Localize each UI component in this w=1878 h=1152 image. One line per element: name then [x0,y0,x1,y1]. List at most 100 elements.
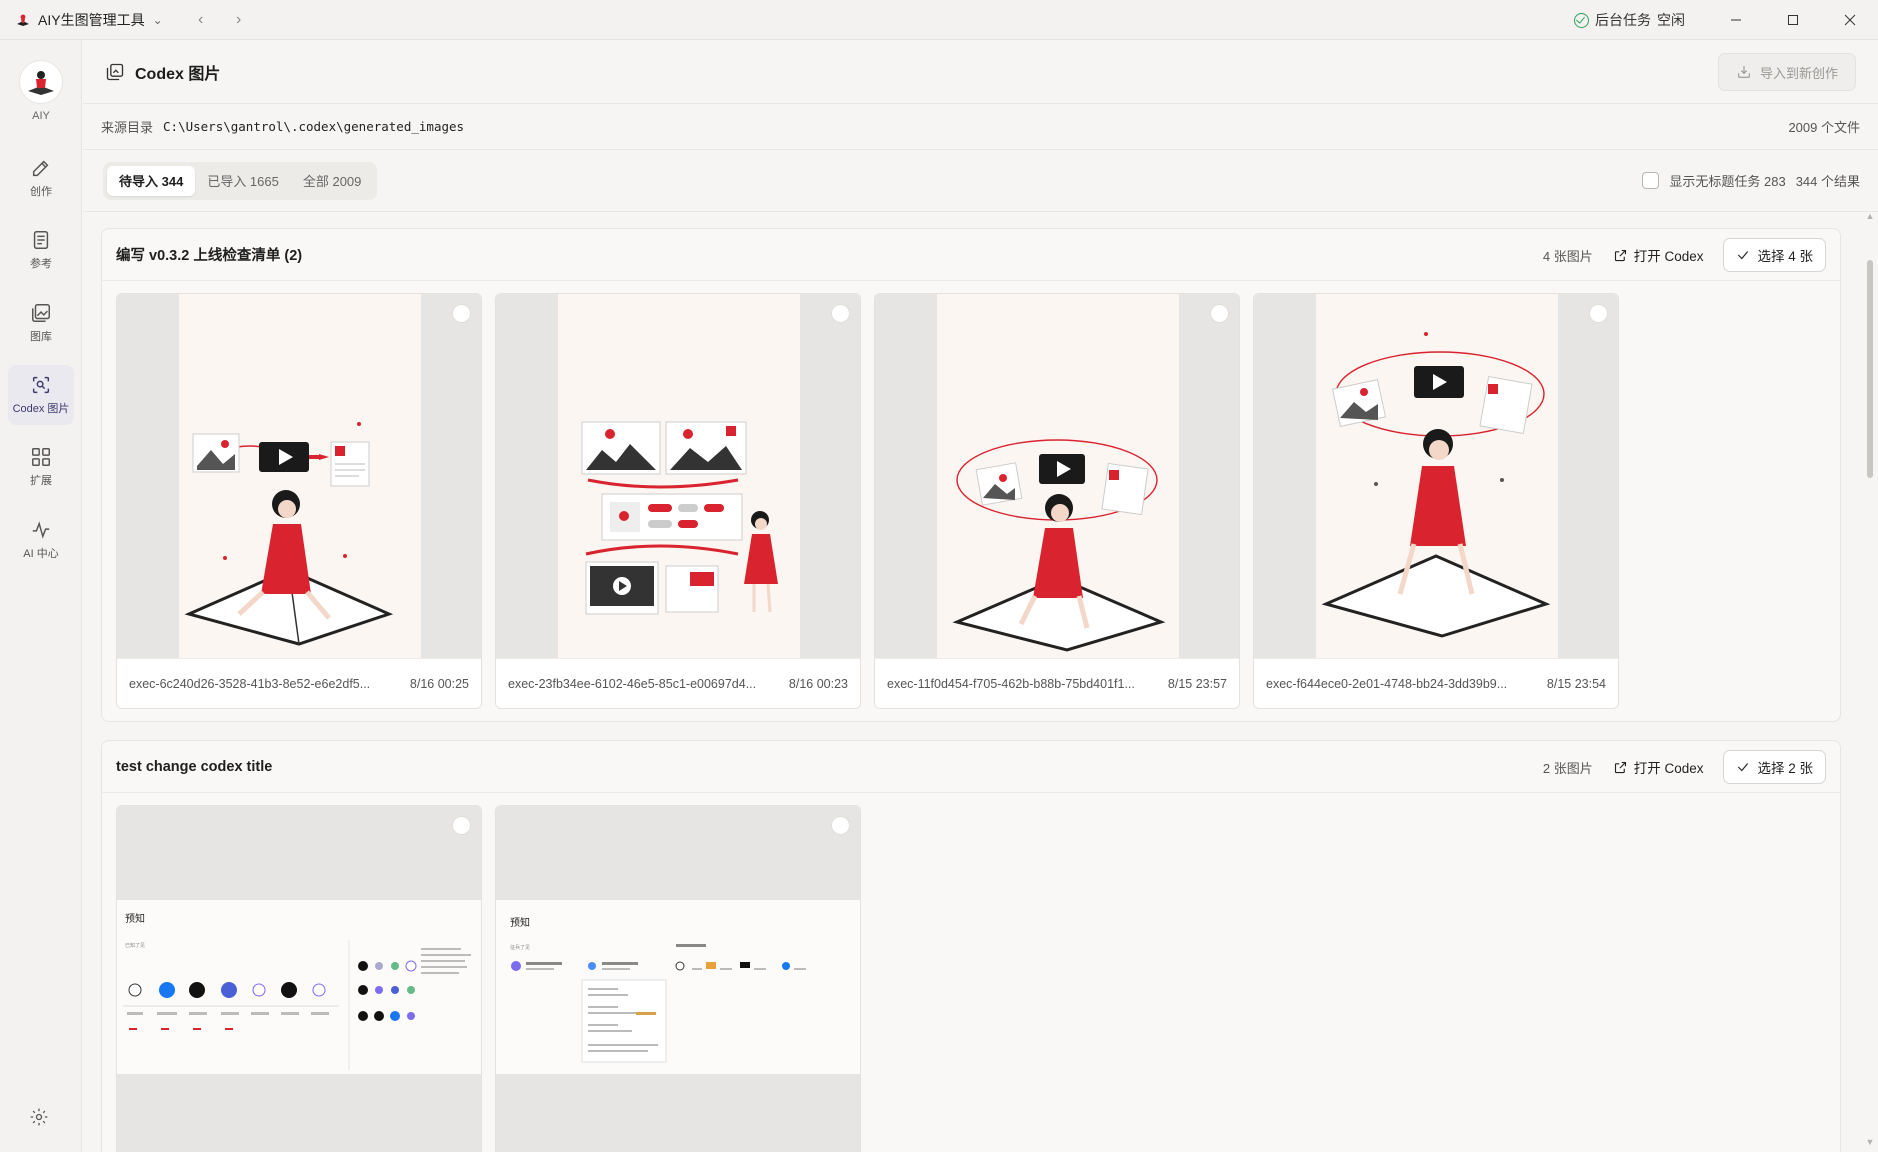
edit-icon [32,160,49,177]
source-path: C:\Users\gantrol\.codex\generated_images [163,119,465,134]
image-thumbnail[interactable] [496,294,860,658]
group-title: 编写 v0.3.2 上线检查清单 (2) [116,248,303,264]
select-checkbox[interactable] [452,304,471,323]
result-count: 344 个结果 [1795,174,1860,189]
sidebar-item-reference[interactable]: 参考 [8,220,74,280]
image-filename: exec-23fb34ee-6102-46e5-85c1-e00697d4... [508,676,757,691]
image-filename: exec-6c240d26-3528-41b3-8e52-e6e2df5... [129,676,371,691]
select-checkbox[interactable] [831,304,850,323]
image-meta: exec-f644ece0-2e01-4748-bb24-3dd39b9... … [1254,658,1618,708]
show-untitled-label: 显示无标题任务 283 [1669,174,1786,189]
image-thumbnail[interactable] [1254,294,1618,658]
open-codex-button[interactable]: 打开 Codex [1607,750,1710,784]
sidebar-item-create[interactable]: 创作 [8,148,74,208]
sidebar-item-extensions[interactable]: 扩展 [8,437,74,497]
group-image-count: 2 张图片 [1542,760,1593,776]
image-meta: exec-11f0d454-f705-462b-b88b-75bd401f1..… [875,658,1239,708]
show-untitled-checkbox[interactable] [1642,172,1660,189]
image-filename: exec-11f0d454-f705-462b-b88b-75bd401f1..… [887,676,1135,691]
group-title: test change codex title [116,758,273,775]
image-filename: exec-f644ece0-2e01-4748-bb24-3dd39b9... [1266,676,1508,691]
pulse-icon [32,521,50,539]
group-image-count: 4 张图片 [1542,248,1593,264]
status-value: 空闲 [1657,12,1685,28]
select-label: 选择 4 张 [1757,249,1813,264]
sidebar-item-label: Codex 图片 [12,403,70,415]
check-circle-icon [1574,12,1589,28]
open-codex-button[interactable]: 打开 Codex [1607,238,1710,272]
tab-imported[interactable]: 已导入 1665 [195,166,291,196]
import-label: 导入到新创作 [1759,65,1838,81]
select-all-button[interactable]: 选择 2 张 [1723,750,1826,784]
select-label: 选择 2 张 [1757,761,1813,776]
image-time: 8/16 00:23 [788,676,848,691]
import-to-new-creation-button[interactable]: 导入到新创作 [1718,53,1856,91]
source-label: 来源目录 [101,120,154,135]
image-time: 8/15 23:57 [1167,676,1227,691]
image-card[interactable]: 预知 已知了见 [116,805,482,1152]
minimize-button[interactable] [1707,0,1764,40]
back-icon[interactable]: ‹ [191,11,211,29]
sidebar-item-label: 扩展 [30,475,52,487]
image-card[interactable]: exec-f644ece0-2e01-4748-bb24-3dd39b9... … [1253,293,1619,709]
sidebar-item-label: 创作 [30,186,52,198]
image-card[interactable]: exec-6c240d26-3528-41b3-8e52-e6e2df5... … [116,293,482,709]
image-card[interactable]: exec-23fb34ee-6102-46e5-85c1-e00697d4...… [495,293,861,709]
sidebar-item-codex-images[interactable]: Codex 图片 [8,365,74,425]
tab-all[interactable]: 全部 2009 [291,166,374,196]
external-link-icon [1614,761,1626,773]
page-title: Codex 图片 [135,65,221,83]
image-time: 8/15 23:54 [1546,676,1606,691]
chevron-down-icon[interactable]: ⌄ [153,13,163,27]
background-task-status[interactable]: 后台任务 空闲 [1574,10,1685,30]
image-card[interactable]: 预知 征兵了见 [495,805,861,1152]
status-tabs: 待导入 344 已导入 1665 全部 2009 [103,161,378,200]
image-thumbnail[interactable] [117,294,481,658]
forward-icon[interactable]: › [229,11,249,29]
select-checkbox[interactable] [452,816,471,835]
external-link-icon [1614,249,1626,261]
status-label: 后台任务 [1595,12,1651,28]
scroll-down-icon[interactable]: ▼ [1865,1138,1875,1147]
tab-pending[interactable]: 待导入 344 [107,165,196,196]
avatar[interactable] [19,60,63,104]
image-thumbnail[interactable]: 预知 已知了见 [117,806,481,1152]
image-card[interactable]: exec-11f0d454-f705-462b-b88b-75bd401f1..… [874,293,1240,709]
check-icon [1738,763,1749,772]
settings-icon[interactable] [29,1107,51,1129]
app-logo-icon [14,11,32,29]
image-group: test change codex title 2 张图片 打开 Codex 选… [101,740,1841,1152]
main-panel: Codex 图片 导入到新创作 来源目录 C:\Users\gantrol\.c… [83,40,1878,1152]
image-meta: exec-23fb34ee-6102-46e5-85c1-e00697d4...… [496,658,860,708]
image-thumbnail[interactable] [875,294,1239,658]
maximize-button[interactable] [1764,0,1821,40]
source-bar: 来源目录 C:\Users\gantrol\.codex\generated_i… [83,104,1878,150]
document-icon [33,231,49,249]
extension-icon [32,448,50,466]
file-count: 2009 个文件 [1788,120,1860,135]
image-copy-icon [106,63,124,80]
filter-bar: 待导入 344 已导入 1665 全部 2009 显示无标题任务 283 344… [83,150,1878,212]
image-meta: exec-6c240d26-3528-41b3-8e52-e6e2df5... … [117,658,481,708]
select-checkbox[interactable] [831,816,850,835]
sidebar-item-label: AI 中心 [23,548,59,560]
sidebar-item-label: 图库 [30,331,52,343]
title-bar: AIY生图管理工具 ⌄ ‹ › 后台任务 空闲 [0,0,1878,40]
check-icon [1738,251,1749,260]
image-group: 编写 v0.3.2 上线检查清单 (2) 4 张图片 打开 Codex 选择 4… [101,228,1841,722]
select-all-button[interactable]: 选择 4 张 [1723,238,1826,272]
scroll-up-icon[interactable]: ▲ [1865,212,1875,221]
select-checkbox[interactable] [1589,304,1608,323]
open-codex-label: 打开 Codex [1633,761,1704,776]
codex-image-icon [32,376,50,394]
image-groups: 编写 v0.3.2 上线检查清单 (2) 4 张图片 打开 Codex 选择 4… [83,212,1878,1152]
close-button[interactable] [1821,0,1878,40]
sidebar: AIY 创作 参考 图库 Codex 图片 扩展 AI 中心 [0,40,82,1152]
sidebar-item-ai-center[interactable]: AI 中心 [8,510,74,570]
image-thumbnail[interactable]: 预知 征兵了见 [496,806,860,1152]
scrollbar[interactable] [1867,260,1873,478]
import-icon [1738,66,1750,78]
sidebar-item-gallery[interactable]: 图库 [8,293,74,353]
select-checkbox[interactable] [1210,304,1229,323]
page-header: Codex 图片 导入到新创作 [83,40,1878,104]
